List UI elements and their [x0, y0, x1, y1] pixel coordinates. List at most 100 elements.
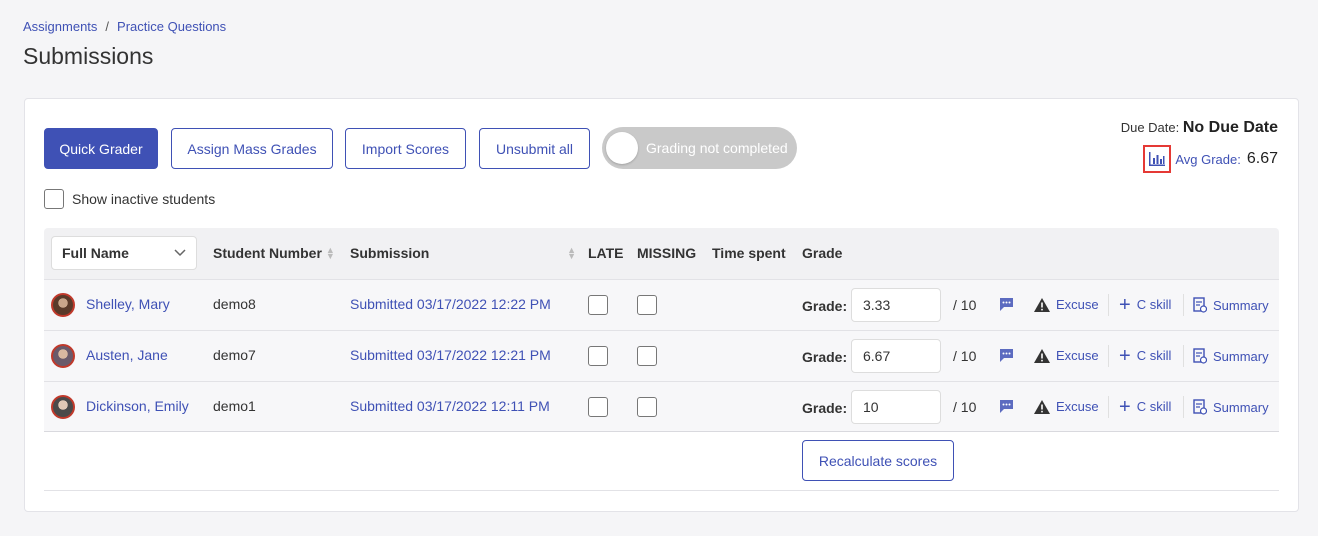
grade-label: Grade: [802, 400, 848, 416]
late-header: LATE [588, 245, 624, 261]
grading-status-toggle[interactable]: Grading not completed [602, 127, 797, 169]
due-date-label: Due Date: [1120, 120, 1180, 135]
grade-out-of: / 10 [953, 348, 977, 364]
avg-grade: Avg Grade: 6.67 [1143, 145, 1278, 173]
show-inactive-row[interactable]: Show inactive students [44, 189, 215, 209]
avatar [51, 293, 75, 317]
chevron-down-icon [174, 249, 186, 257]
avatar [51, 344, 75, 368]
submission-link[interactable]: Submitted 03/17/2022 12:21 PM [350, 347, 551, 363]
warning-icon [1034, 399, 1050, 414]
missing-checkbox[interactable] [637, 295, 657, 315]
sort-icon: ▲ ▼ [325, 245, 335, 261]
summary-label: Summary [1213, 399, 1269, 415]
warning-icon [1034, 348, 1050, 363]
breadcrumb-practice-questions[interactable]: Practice Questions [117, 19, 226, 34]
full-name-sort-select[interactable]: Full Name [51, 236, 197, 270]
divider [44, 490, 1279, 491]
submission-link[interactable]: Submitted 03/17/2022 12:22 PM [350, 296, 551, 312]
bar-chart-icon [1149, 152, 1166, 166]
summary-document-icon [1193, 348, 1207, 364]
excuse-button[interactable]: Excuse [1034, 399, 1099, 414]
avg-grade-value: 6.67 [1246, 150, 1278, 167]
excuse-button[interactable]: Excuse [1034, 297, 1099, 312]
summary-button[interactable]: Summary [1193, 348, 1269, 364]
submissions-card: Quick Grader Assign Mass Grades Import S… [24, 98, 1299, 512]
excuse-label: Excuse [1056, 399, 1099, 414]
summary-button[interactable]: Summary [1193, 399, 1269, 415]
c-skill-label: C skill [1136, 348, 1172, 363]
summary-document-icon [1193, 399, 1207, 415]
summary-document-icon [1193, 297, 1207, 313]
plus-icon: + [1119, 344, 1131, 367]
excuse-button[interactable]: Excuse [1034, 348, 1099, 363]
grade-chart-button[interactable] [1143, 145, 1172, 173]
time-spent-header: Time spent [712, 245, 786, 261]
late-checkbox[interactable] [588, 346, 608, 366]
student-number-header[interactable]: Student Number ▲ ▼ [213, 245, 335, 261]
toggle-knob [606, 132, 638, 164]
comment-icon[interactable] [999, 399, 1014, 414]
c-skill-button[interactable]: + C skill [1119, 295, 1172, 315]
summary-label: Summary [1213, 348, 1269, 364]
summary-label: Summary [1213, 297, 1269, 313]
missing-checkbox[interactable] [637, 346, 657, 366]
grade-header: Grade [802, 245, 843, 261]
grade-input[interactable]: 10 [851, 390, 941, 424]
due-date-value: No Due Date [1182, 119, 1278, 136]
submission-link[interactable]: Submitted 03/17/2022 12:11 PM [350, 398, 550, 414]
excuse-label: Excuse [1056, 297, 1099, 312]
submission-header-label: Submission [350, 245, 430, 261]
student-number: demo8 [213, 296, 256, 312]
recalculate-scores-button[interactable]: Recalculate scores [802, 440, 954, 481]
show-inactive-label: Show inactive students [72, 191, 216, 207]
excuse-label: Excuse [1056, 348, 1099, 363]
table-row: Shelley, Mary demo8 Submitted 03/17/2022… [44, 279, 1279, 330]
sort-icon: ▲ ▼ [567, 245, 576, 261]
c-skill-button[interactable]: + C skill [1119, 344, 1172, 367]
late-checkbox[interactable] [588, 295, 608, 315]
grade-label: Grade: [802, 298, 848, 314]
grade-input[interactable]: 3.33 [851, 288, 941, 322]
divider [1108, 345, 1109, 367]
divider [1183, 294, 1184, 316]
unsubmit-all-button[interactable]: Unsubmit all [479, 128, 590, 169]
student-name-link[interactable]: Shelley, Mary [86, 296, 170, 312]
c-skill-label: C skill [1136, 399, 1172, 414]
due-date: Due Date: No Due Date [1121, 119, 1278, 137]
table-header: Full Name Student Number ▲ ▼ Submission ▲… [44, 228, 1279, 279]
table-row: Austen, Jane demo7 Submitted 03/17/2022 … [44, 330, 1279, 381]
missing-checkbox[interactable] [637, 397, 657, 417]
warning-icon [1034, 297, 1050, 312]
divider [1108, 294, 1109, 316]
submission-header[interactable]: Submission ▲ ▼ [350, 245, 576, 261]
divider [1183, 396, 1184, 418]
grade-out-of: / 10 [953, 399, 977, 415]
student-name-link[interactable]: Austen, Jane [86, 347, 168, 363]
breadcrumb-assignments[interactable]: Assignments [23, 19, 97, 34]
avg-grade-label[interactable]: Avg Grade: [1175, 152, 1241, 167]
comment-icon[interactable] [999, 348, 1014, 363]
student-number: demo1 [213, 398, 256, 414]
avatar [51, 395, 75, 419]
show-inactive-checkbox[interactable] [44, 189, 64, 209]
grade-label: Grade: [802, 349, 848, 365]
summary-button[interactable]: Summary [1193, 297, 1269, 313]
c-skill-button[interactable]: + C skill [1119, 395, 1172, 418]
comment-icon[interactable] [999, 297, 1014, 312]
late-checkbox[interactable] [588, 397, 608, 417]
breadcrumb-separator: / [105, 19, 110, 34]
breadcrumb: Assignments / Practice Questions [23, 19, 226, 34]
grade-input[interactable]: 6.67 [851, 339, 941, 373]
c-skill-label: C skill [1136, 297, 1172, 312]
student-number-header-label: Student Number [213, 245, 322, 261]
table-row: Dickinson, Emily demo1 Submitted 03/17/2… [44, 381, 1279, 432]
grade-out-of: / 10 [953, 297, 977, 313]
quick-grader-button[interactable]: Quick Grader [44, 128, 158, 169]
import-scores-button[interactable]: Import Scores [345, 128, 466, 169]
student-name-link[interactable]: Dickinson, Emily [86, 398, 189, 414]
assign-mass-grades-button[interactable]: Assign Mass Grades [171, 128, 333, 169]
divider [1183, 345, 1184, 367]
missing-header: MISSING [637, 245, 697, 261]
plus-icon: + [1119, 395, 1131, 418]
